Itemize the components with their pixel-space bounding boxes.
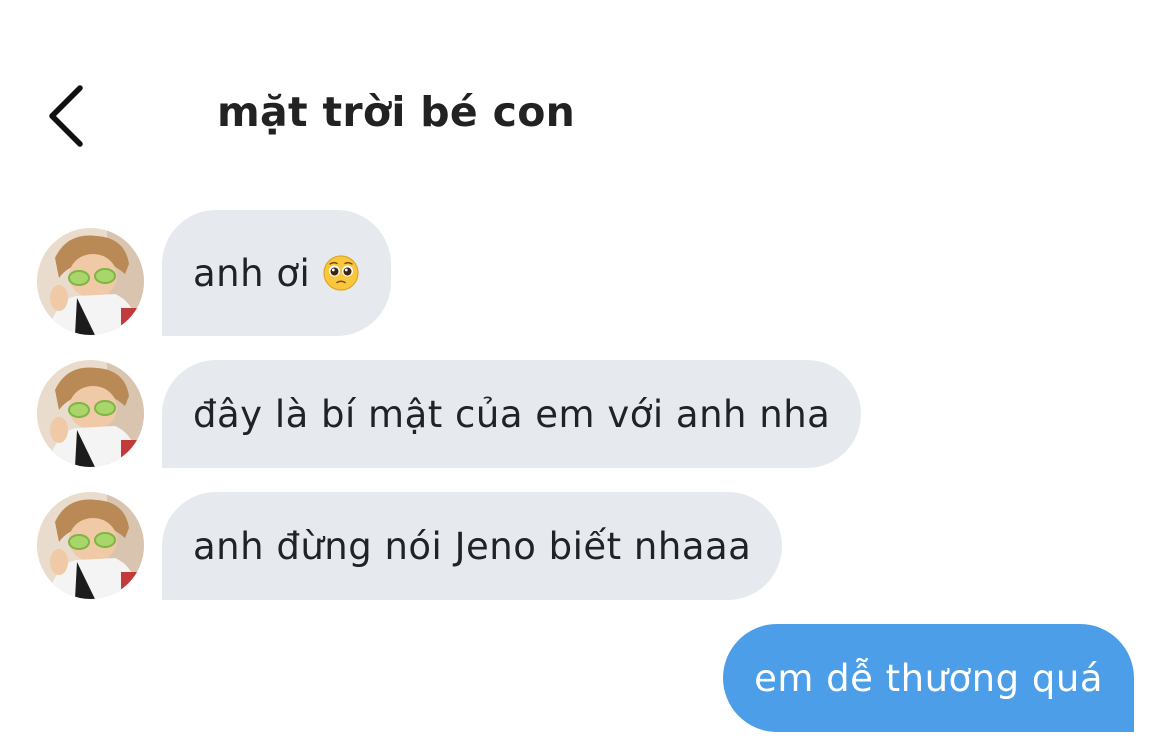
message-row: em dễ thương quá <box>0 624 1169 732</box>
chat-header: mặt trời bé con <box>0 60 1169 172</box>
pleading-face-emoji-icon <box>322 254 360 292</box>
message-row: anh đừng nói Jeno biết nhaaa <box>0 492 1169 600</box>
message-text: anh đừng nói Jeno biết nhaaa <box>193 524 752 568</box>
back-button[interactable] <box>36 80 96 152</box>
message-text: em dễ thương quá <box>754 656 1103 700</box>
contact-avatar[interactable] <box>37 228 144 335</box>
message-bubble-incoming[interactable]: đây là bí mật của em với anh nha <box>162 360 862 468</box>
message-text: đây là bí mật của em với anh nha <box>193 392 831 436</box>
message-row: anh ơi <box>0 210 1169 336</box>
contact-avatar[interactable] <box>37 492 144 599</box>
message-bubble-incoming[interactable]: anh đừng nói Jeno biết nhaaa <box>162 492 783 600</box>
contact-avatar[interactable] <box>37 360 144 467</box>
message-row: đây là bí mật của em với anh nha <box>0 360 1169 468</box>
message-bubble-incoming[interactable]: anh ơi <box>162 210 392 336</box>
chevron-left-icon <box>49 85 83 147</box>
conversation-title: mặt trời bé con <box>217 88 576 136</box>
message-bubble-outgoing[interactable]: em dễ thương quá <box>723 624 1134 732</box>
message-text: anh ơi <box>193 251 311 295</box>
